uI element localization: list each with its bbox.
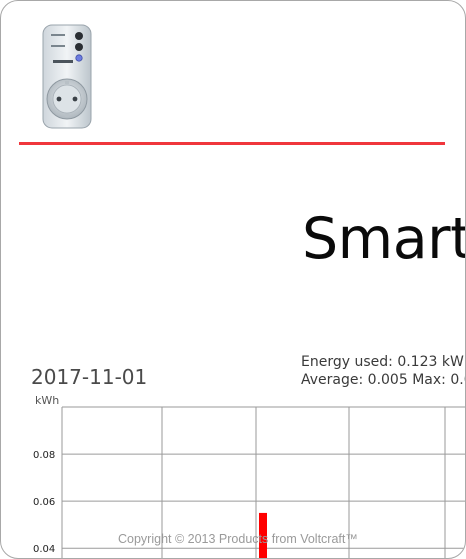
header-divider bbox=[19, 142, 445, 145]
energy-stats: Energy used: 0.123 kW Average: 0.005 Max… bbox=[301, 353, 465, 389]
smart-plug-image bbox=[42, 24, 92, 129]
average-value: 0.005 bbox=[367, 372, 408, 388]
energy-used-row: Energy used: 0.123 kW bbox=[301, 353, 465, 371]
y-tick-label: 0.06 bbox=[33, 497, 55, 508]
app-title: Smart bbox=[302, 206, 466, 272]
y-axis-label: kWh bbox=[35, 394, 59, 407]
max-value: 0.0 bbox=[450, 372, 465, 388]
energy-used-value: 0.123 kW bbox=[397, 354, 464, 370]
y-axis-ticks: 0.08 0.06 0.04 bbox=[33, 450, 55, 555]
max-label: Max: bbox=[412, 372, 446, 388]
copyright-text: Copyright © 2013 Products from Voltcraft… bbox=[118, 532, 358, 546]
average-max-row: Average: 0.005 Max: 0.0 bbox=[301, 371, 465, 389]
y-tick-label: 0.04 bbox=[33, 544, 55, 555]
y-tick-label: 0.08 bbox=[33, 450, 55, 461]
energy-used-label: Energy used: bbox=[301, 354, 393, 370]
selected-date: 2017-11-01 bbox=[31, 365, 148, 389]
average-label: Average: bbox=[301, 372, 364, 388]
app-window: Smart 2017-11-01 Energy used: 0.123 kW A… bbox=[0, 0, 466, 559]
